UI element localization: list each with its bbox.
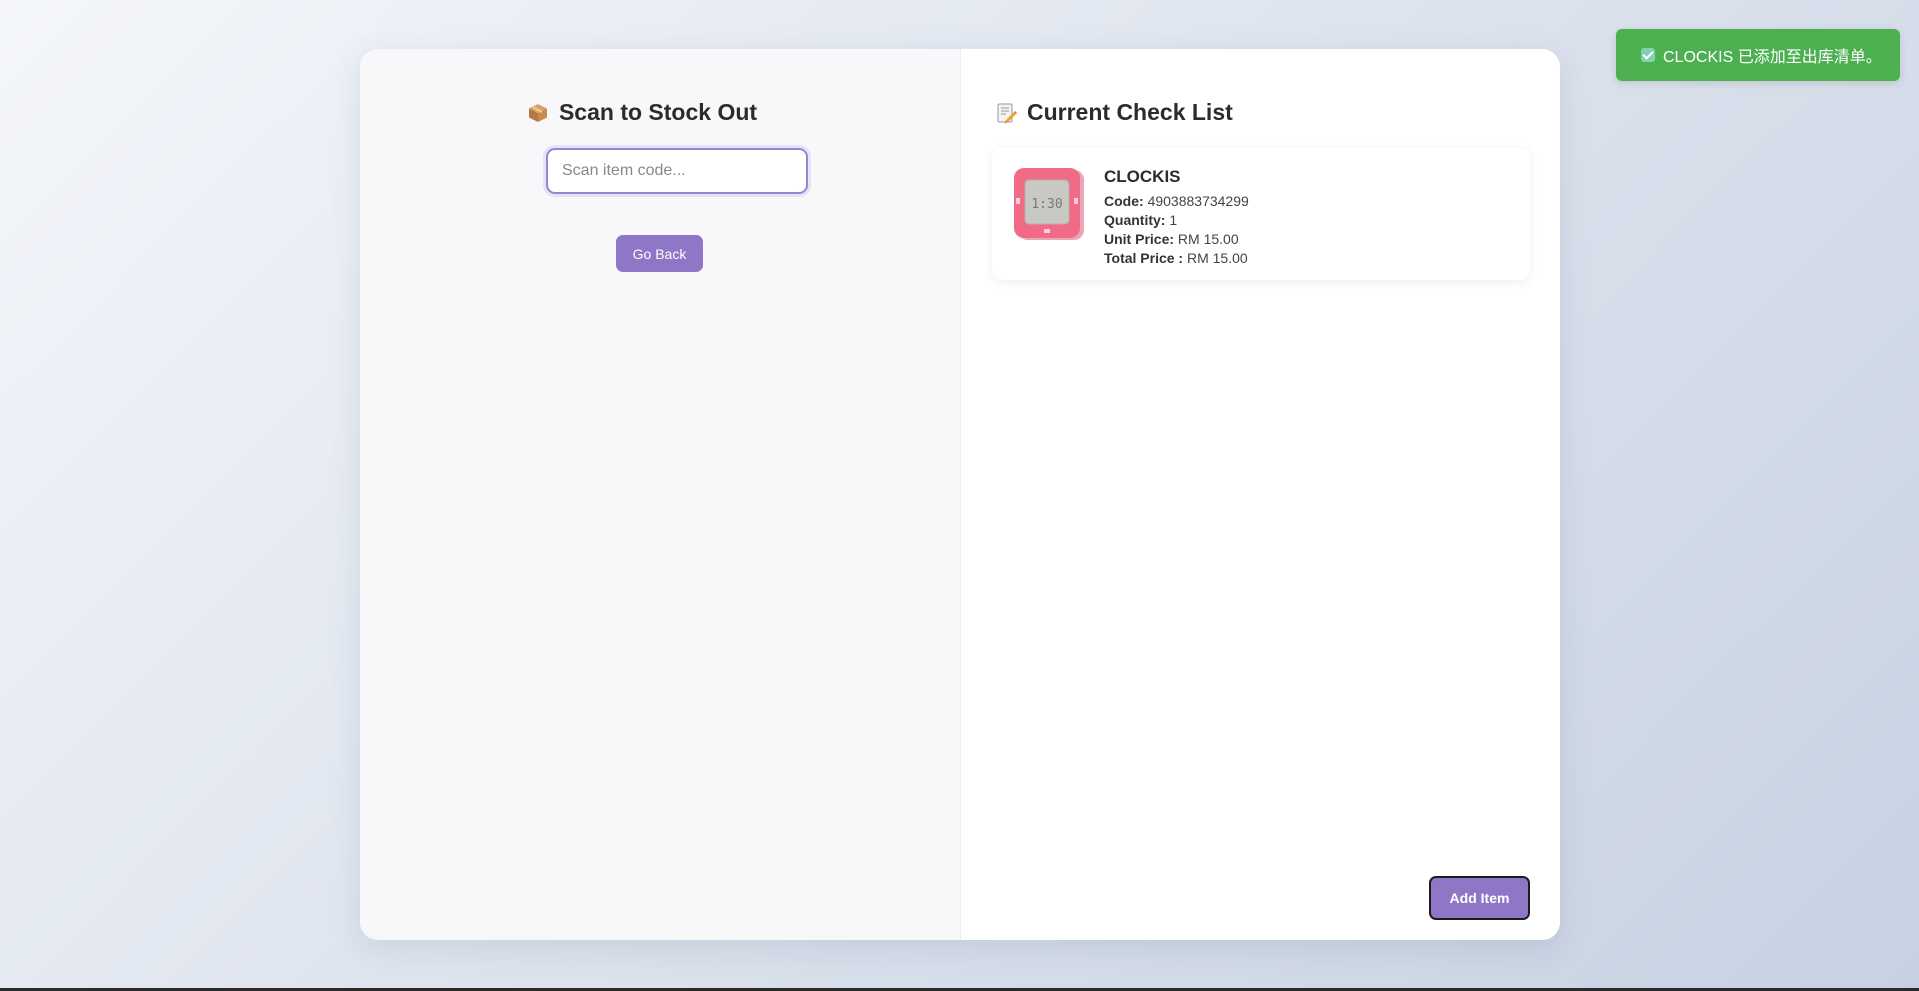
list-item: 1:30 CLOCKIS Code: 4903883734299 Quantit… xyxy=(992,148,1530,280)
item-name: CLOCKIS xyxy=(1104,167,1181,186)
item-info: CLOCKIS Code: 4903883734299 Quantity: 1 … xyxy=(1104,167,1249,268)
toast-message: CLOCKIS 已添加至出库清单。 xyxy=(1663,49,1882,66)
memo-icon xyxy=(995,102,1017,124)
item-unit-price-value: RM 15.00 xyxy=(1177,231,1239,247)
item-quantity-row: Quantity: 1 xyxy=(1104,211,1249,230)
add-item-button[interactable]: Add Item xyxy=(1429,876,1530,920)
scan-title: Scan to Stock Out xyxy=(360,99,942,126)
package-icon xyxy=(527,102,549,124)
main-card: Scan to Stock Out Go Back Current Check … xyxy=(360,49,1560,940)
scan-panel: Scan to Stock Out Go Back xyxy=(360,49,961,940)
item-quantity-value: 1 xyxy=(1169,212,1178,228)
scan-code-input[interactable] xyxy=(546,148,808,194)
check-icon xyxy=(1641,48,1655,62)
clock-thumbnail: 1:30 xyxy=(1014,168,1084,240)
item-quantity-label: Quantity: xyxy=(1104,212,1166,228)
check-list-title-text: Current Check List xyxy=(1027,99,1233,125)
item-total-price-value: RM 15.00 xyxy=(1186,250,1248,266)
item-total-price-row: Total Price : RM 15.00 xyxy=(1104,249,1249,268)
check-list-panel: Current Check List 1:30 CLOCKIS Code: 49… xyxy=(961,49,1560,940)
item-code-label: Code: xyxy=(1104,193,1144,209)
item-code-value: 4903883734299 xyxy=(1147,193,1249,209)
item-thumbnail: 1:30 xyxy=(1012,166,1086,240)
success-toast: CLOCKIS 已添加至出库清单。 xyxy=(1616,29,1900,81)
check-list-title: Current Check List xyxy=(995,99,1233,126)
clock-display-text: 1:30 xyxy=(1031,197,1062,212)
item-unit-price-label: Unit Price: xyxy=(1104,231,1175,247)
item-unit-price-row: Unit Price: RM 15.00 xyxy=(1104,230,1249,249)
go-back-button[interactable]: Go Back xyxy=(616,235,703,272)
item-total-price-label: Total Price : xyxy=(1104,250,1184,266)
scan-title-text: Scan to Stock Out xyxy=(558,99,758,125)
item-code-row: Code: 4903883734299 xyxy=(1104,192,1249,211)
